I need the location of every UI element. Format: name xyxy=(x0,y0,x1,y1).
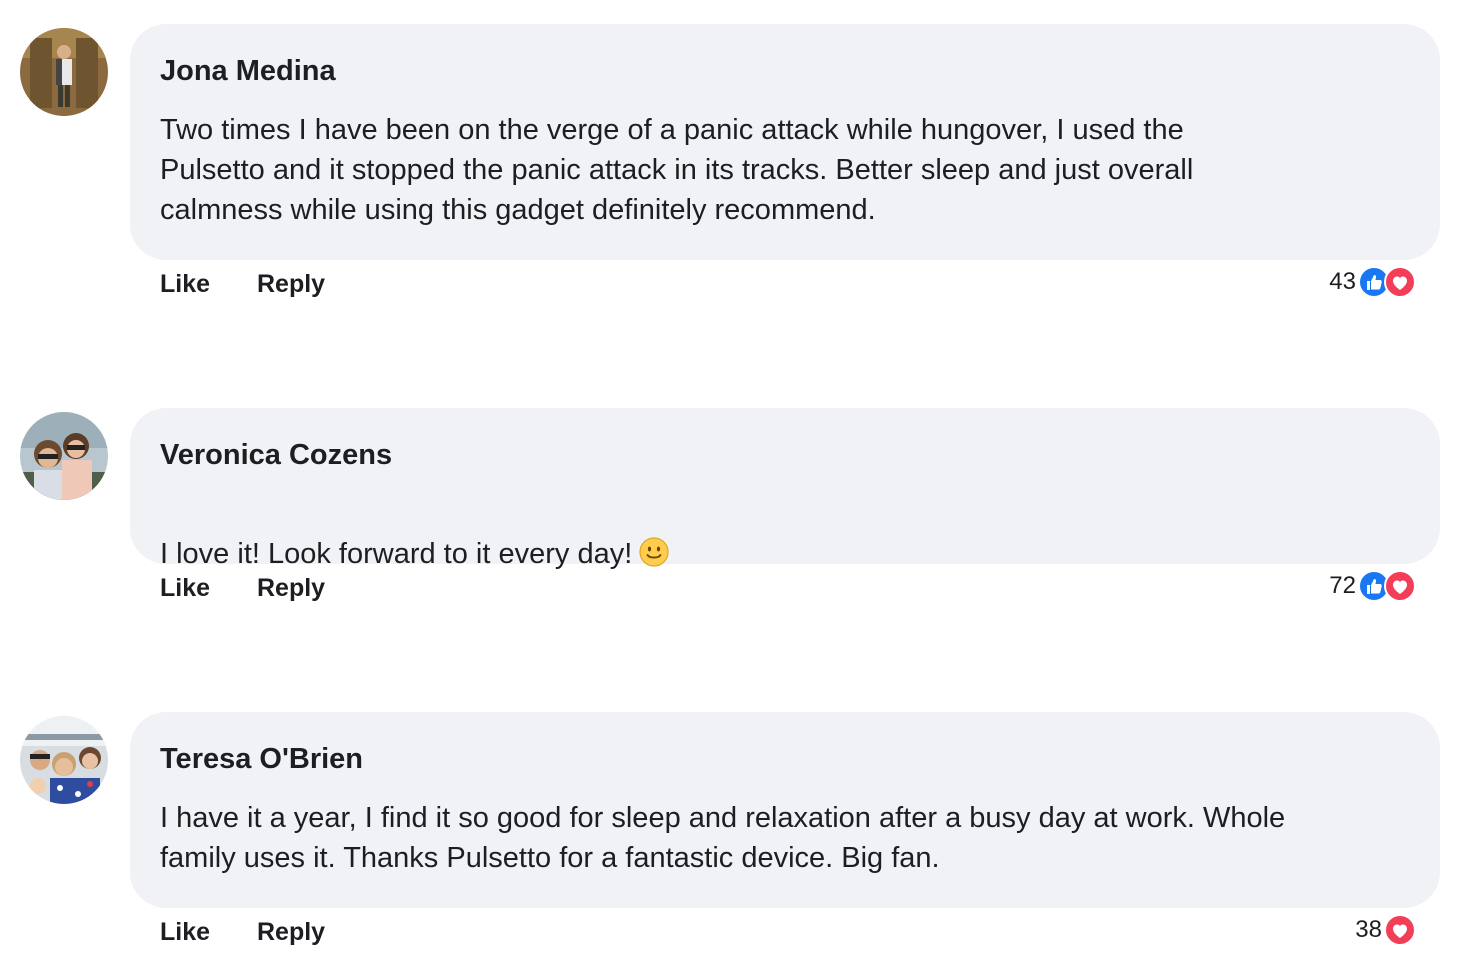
reply-button[interactable]: Reply xyxy=(257,270,325,298)
comment-text: I love it! Look forward to it every day! xyxy=(160,494,1410,579)
comment-actions: Like Reply xyxy=(160,918,365,947)
smile-emoji xyxy=(638,536,670,579)
like-button[interactable]: Like xyxy=(160,270,210,298)
comment-bubble: Teresa O'Brien I have it a year, I find … xyxy=(130,712,1440,908)
comment-actions: Like Reply xyxy=(160,270,365,299)
reactions-summary[interactable]: 72 xyxy=(1329,570,1416,602)
comment-author[interactable]: Veronica Cozens xyxy=(160,438,1410,472)
comment-bubble: Jona Medina Two times I have been on the… xyxy=(130,24,1440,260)
reply-button[interactable]: Reply xyxy=(257,918,325,946)
comment-text-content: I love it! Look forward to it every day! xyxy=(160,538,633,570)
reactions-summary[interactable]: 43 xyxy=(1329,266,1416,298)
like-button[interactable]: Like xyxy=(160,574,210,602)
heart-icon xyxy=(1384,266,1416,298)
avatar[interactable] xyxy=(20,28,108,116)
reaction-count: 72 xyxy=(1329,572,1356,599)
avatar[interactable] xyxy=(20,716,108,804)
heart-icon xyxy=(1384,914,1416,946)
heart-icon xyxy=(1384,570,1416,602)
reaction-count: 43 xyxy=(1329,268,1356,295)
comment-text: Two times I have been on the verge of a … xyxy=(160,114,1194,226)
reaction-count: 38 xyxy=(1355,916,1382,943)
comment-author[interactable]: Jona Medina xyxy=(160,54,1410,88)
comment-author[interactable]: Teresa O'Brien xyxy=(160,742,1410,776)
avatar[interactable] xyxy=(20,412,108,500)
like-button[interactable]: Like xyxy=(160,918,210,946)
comment-actions: Like Reply xyxy=(160,574,365,603)
reactions-summary[interactable]: 38 xyxy=(1355,914,1416,946)
comment-bubble: Veronica Cozens I love it! Look forward … xyxy=(130,408,1440,570)
reply-button[interactable]: Reply xyxy=(257,574,325,602)
comment-text: I have it a year, I find it so good for … xyxy=(160,802,1286,874)
